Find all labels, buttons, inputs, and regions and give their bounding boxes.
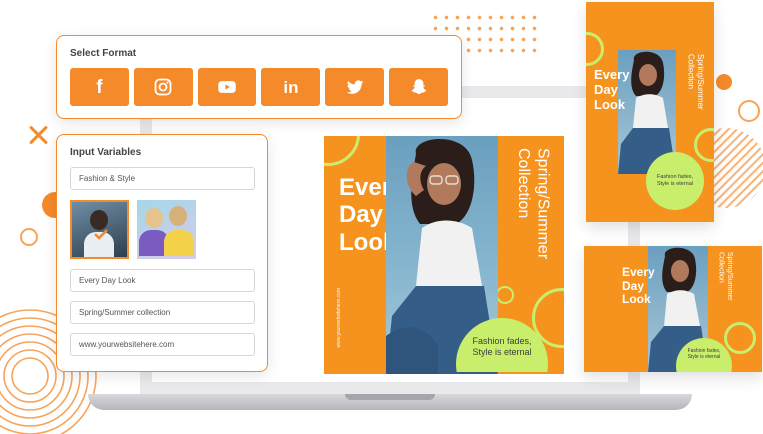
image-option-selected[interactable] [70,200,129,259]
format-button-row: f in [70,68,448,106]
decorative-ring-right [738,100,760,122]
select-format-title: Select Format [70,48,137,59]
vertical-title-line-2: Collection [515,148,533,219]
story-headline: Every Day Look [594,67,630,112]
headline-line-1: Every [622,265,655,279]
story-vertical-title: Spring/Summer Collection [686,54,706,110]
lime-ring-decoration [324,136,360,166]
square-headline: Every Day Look [622,265,655,307]
snapchat-icon [411,79,427,95]
lime-ring-square [724,322,756,354]
vertical-title-line-2: Collection [686,54,696,90]
thumb-figure-head [169,206,187,226]
website-field[interactable]: www.yourwebsitehere.com [70,333,255,356]
thumb-figure-head [90,210,108,230]
instagram-format-button[interactable] [133,68,193,106]
category-field[interactable]: Fashion & Style [70,167,255,190]
image-options [70,200,254,259]
design-variant-square[interactable]: Every Day Look Spring/Summer Collection … [584,246,762,372]
decorative-x-icon [28,124,50,146]
tagline-line-1: Fashion fades, [472,336,532,346]
select-format-panel: Select Format f in [56,35,462,119]
thumb-figure-body [164,230,194,256]
lime-small-ring [496,286,514,304]
facebook-icon: f [96,76,103,98]
story-tagline: Fashion fades, Style is eternal [657,174,693,188]
design-variant-story[interactable]: Every Day Look Spring/Summer Collection … [586,2,714,222]
vertical-title-line-1: Spring/Summer [696,54,706,110]
tagline-line-1: Fashion fades, [656,174,694,181]
youtube-format-button[interactable] [197,68,257,106]
headline-line-3: Look [622,292,651,307]
square-vertical-title: Spring/Summer Collection [716,252,733,301]
headline-line-2: Day [594,81,618,97]
tagline-line-2: Style is eternal [656,181,694,187]
vertical-title-line-1: Spring/Summer [725,252,733,301]
image-option[interactable] [137,200,196,259]
lime-ring-decoration [586,32,604,66]
twitter-icon [346,80,364,94]
headline-line-3: Look [594,96,626,112]
design-vertical-title: Spring/Summer Collection [514,148,552,259]
thumb-figure-head [145,208,163,228]
input-variables-title: Input Variables [70,147,142,158]
input-variables-panel: Input Variables Fashion & Style Every Da… [56,134,268,372]
vertical-title-line-1: Spring/Summer [534,148,552,260]
headline-line-2: Day [622,278,645,293]
linkedin-format-button[interactable]: in [261,68,321,106]
decorative-ring [20,228,38,246]
tagline-disc-story: Fashion fades, Style is eternal [646,152,704,210]
headline-line-1: Every [594,67,630,82]
checkmark-icon [94,229,108,240]
lime-ring-story [694,128,714,162]
square-tagline: Fashion fades, Style is eternal [688,348,721,361]
design-tagline: Fashion fades, Style is eternal [456,336,548,359]
snapchat-format-button[interactable] [389,68,448,106]
tagline-line-2: Style is eternal [687,354,721,361]
decorative-orange-dot [716,74,732,90]
vertical-title-line-2: Collection [717,252,725,283]
youtube-icon [218,81,236,93]
design-website-text: www.yourwebsitehere.com [336,288,342,348]
linkedin-icon: in [283,77,299,97]
headline-field[interactable]: Every Day Look [70,269,255,292]
subtitle-field[interactable]: Spring/Summer collection [70,301,255,324]
facebook-format-button[interactable]: f [70,68,129,106]
tagline-line-2: Style is eternal [472,347,532,358]
twitter-format-button[interactable] [325,68,385,106]
laptop-notch [345,394,435,400]
instagram-icon [154,78,172,96]
